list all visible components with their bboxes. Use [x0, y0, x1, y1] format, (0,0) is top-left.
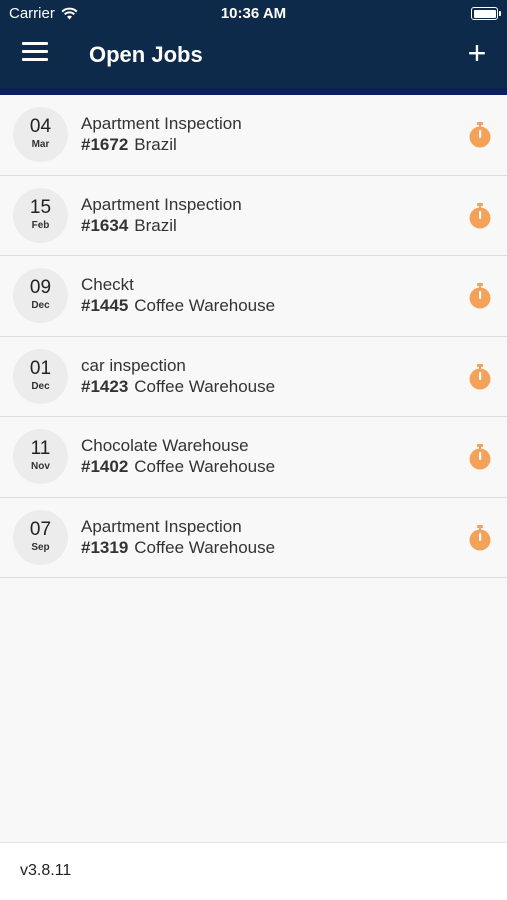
- job-location: Coffee Warehouse: [134, 537, 276, 557]
- job-subtitle: #1445 Coffee Warehouse: [81, 296, 275, 316]
- job-location: Brazil: [134, 215, 177, 235]
- job-location: Coffee Warehouse: [134, 457, 276, 476]
- date-month: Dec: [31, 380, 50, 392]
- date-month: Feb: [31, 219, 50, 231]
- job-location: Brazil: [134, 135, 177, 154]
- date-badge: 04 Mar: [13, 107, 68, 162]
- stopwatch-icon[interactable]: [468, 283, 492, 309]
- date-day: 01: [29, 357, 52, 379]
- job-number: #1445: [81, 296, 129, 315]
- add-job-button[interactable]: +: [465, 37, 489, 69]
- page-title: Open Jobs: [89, 42, 203, 67]
- hamburger-menu-icon[interactable]: [22, 42, 48, 64]
- job-title: Apartment Inspection: [81, 516, 242, 536]
- job-number: #1672: [81, 135, 129, 154]
- date-badge: 01 Dec: [13, 348, 68, 404]
- job-title: Apartment Inspection: [81, 194, 242, 214]
- date-month: Nov: [31, 461, 50, 472]
- job-number: #1402: [81, 457, 129, 476]
- stopwatch-icon[interactable]: [468, 444, 492, 470]
- job-title: Apartment Inspection: [81, 114, 242, 133]
- battery-icon: [471, 7, 501, 20]
- job-title: car inspection: [81, 355, 186, 375]
- stopwatch-icon[interactable]: [468, 363, 492, 390]
- job-subtitle: #1319 Coffee Warehouse: [81, 538, 275, 558]
- app-version: v3.8.11: [20, 862, 72, 879]
- job-title: Checkt: [81, 275, 134, 294]
- job-row[interactable]: 04 Mar Apartment Inspection #1672 Brazil: [0, 95, 507, 176]
- job-row[interactable]: 07 Sep Apartment Inspection #1319 Coffee …: [0, 497, 507, 578]
- stopwatch-icon[interactable]: [468, 122, 492, 148]
- date-day: 07: [29, 518, 52, 540]
- job-title: Chocolate Warehouse: [81, 436, 249, 455]
- job-row[interactable]: 01 Dec car inspection #1423 Coffee Wareho…: [0, 336, 507, 417]
- job-subtitle: #1402 Coffee Warehouse: [81, 457, 275, 477]
- jobs-list: 04 Mar Apartment Inspection #1672 Brazil …: [0, 95, 507, 578]
- job-row[interactable]: 09 Dec Checkt #1445 Coffee Warehouse: [0, 256, 507, 337]
- date-day: 15: [29, 196, 52, 218]
- footer-bar: v3.8.11: [0, 842, 507, 900]
- date-day: 11: [30, 438, 51, 459]
- date-badge: 11 Nov: [13, 429, 68, 484]
- header-accent-line: [0, 88, 507, 95]
- job-subtitle: #1672 Brazil: [81, 135, 177, 155]
- job-subtitle: #1423 Coffee Warehouse: [81, 377, 275, 397]
- job-subtitle: #1634 Brazil: [81, 216, 177, 236]
- job-number: #1423: [81, 376, 129, 396]
- date-badge: 09 Dec: [13, 268, 68, 323]
- date-month: Sep: [31, 541, 50, 553]
- date-badge: 15 Feb: [13, 187, 68, 243]
- date-badge: 07 Sep: [13, 509, 68, 565]
- date-day: 09: [29, 277, 52, 298]
- status-bar: Carrier 10:36 AM: [0, 0, 507, 28]
- job-row[interactable]: 11 Nov Chocolate Warehouse #1402 Coffee W…: [0, 417, 507, 498]
- date-day: 04: [29, 116, 52, 137]
- status-time: 10:36 AM: [220, 5, 287, 22]
- stopwatch-icon[interactable]: [468, 524, 492, 551]
- job-number: #1319: [81, 537, 129, 557]
- stopwatch-icon[interactable]: [468, 202, 492, 229]
- job-number: #1634: [81, 215, 129, 235]
- job-row[interactable]: 15 Feb Apartment Inspection #1634 Brazil: [0, 175, 507, 256]
- job-location: Coffee Warehouse: [134, 296, 276, 315]
- job-location: Coffee Warehouse: [134, 376, 276, 396]
- app-header: Carrier 10:36 AM Open Jobs +: [0, 0, 507, 95]
- date-month: Mar: [31, 139, 50, 150]
- date-month: Dec: [31, 300, 50, 311]
